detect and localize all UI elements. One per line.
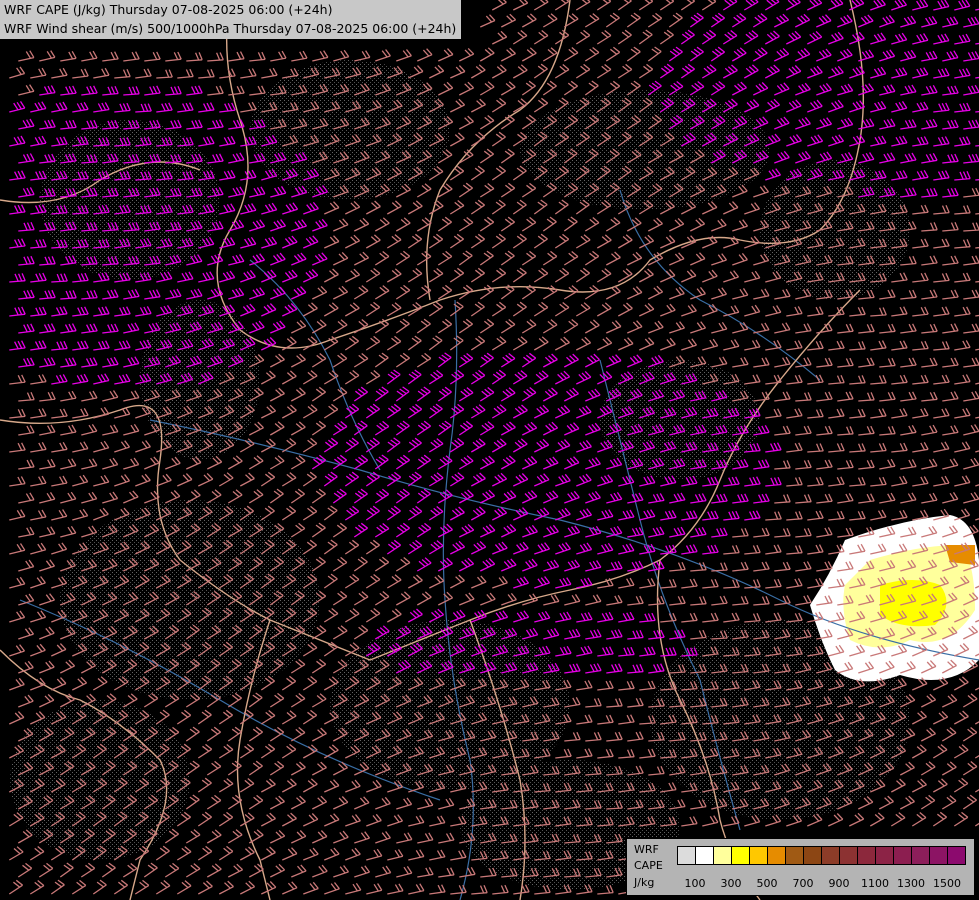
legend-tick-label: 1300 <box>897 877 925 890</box>
legend-swatch <box>695 846 714 865</box>
terrain-patch <box>10 700 190 860</box>
terrain-patch <box>140 300 260 460</box>
legend-tick-label: 300 <box>720 877 742 890</box>
legend-swatch <box>749 846 768 865</box>
legend-swatch <box>767 846 786 865</box>
legend-swatch <box>947 846 966 865</box>
legend-tick-label: 500 <box>756 877 778 890</box>
legend-swatch <box>677 846 696 865</box>
legend-swatch <box>893 846 912 865</box>
legend-field: CAPE <box>634 859 663 872</box>
legend-tick-label: 1100 <box>861 877 889 890</box>
legend-tick-label: 900 <box>828 877 850 890</box>
legend-swatch <box>731 846 750 865</box>
legend-unit: J/kg <box>634 876 655 889</box>
terrain-patch <box>250 60 450 200</box>
legend-swatch <box>713 846 732 865</box>
legend-tick-label: 1500 <box>933 877 961 890</box>
weather-map <box>0 0 979 900</box>
legend-swatch <box>875 846 894 865</box>
legend-tick-label: 100 <box>684 877 706 890</box>
legend-model: WRF <box>634 843 659 856</box>
legend-swatch <box>785 846 804 865</box>
legend-swatch <box>857 846 876 865</box>
cape-legend: WRF CAPE J/kg 100 300 500 700 900 1100 1300 150… <box>626 838 975 896</box>
legend-swatch <box>821 846 840 865</box>
legend-swatch <box>839 846 858 865</box>
wind-shear-title: WRF Wind shear (m/s) 500/1000hPa Thursda… <box>4 21 457 36</box>
legend-tick-label: 700 <box>792 877 814 890</box>
legend-swatch <box>929 846 948 865</box>
cape-title: WRF CAPE (J/kg) Thursday 07-08-2025 06:0… <box>4 2 333 17</box>
legend-swatch <box>803 846 822 865</box>
legend-swatch <box>911 846 930 865</box>
map-title-box: WRF CAPE (J/kg) Thursday 07-08-2025 06:0… <box>0 0 462 39</box>
